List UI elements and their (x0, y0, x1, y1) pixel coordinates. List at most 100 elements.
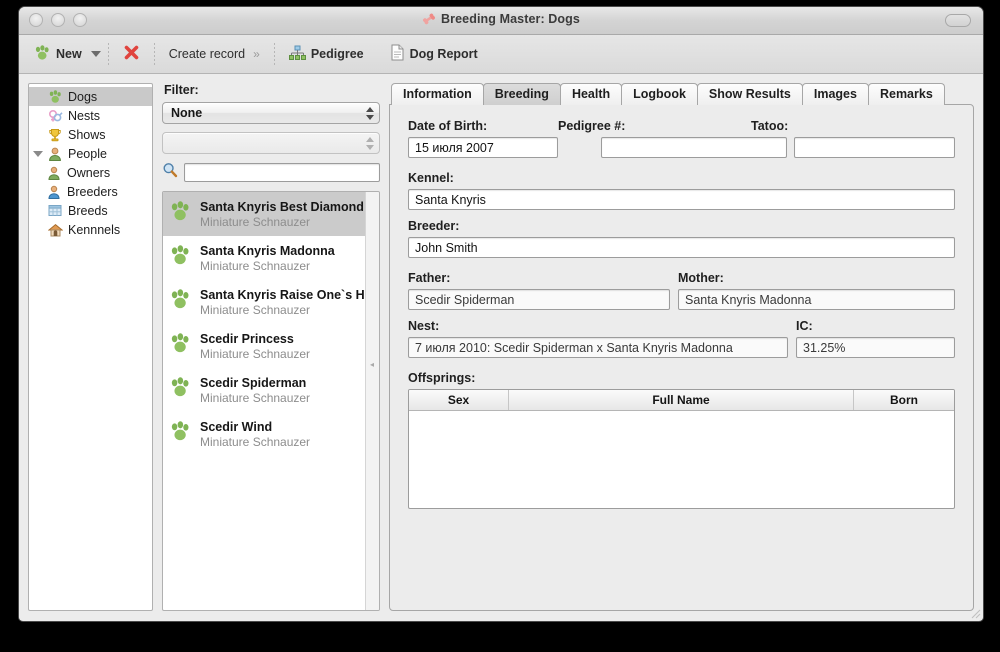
paw-icon (169, 333, 192, 359)
list-item[interactable]: Santa Knyris Best Diamond Miniature Schn… (163, 192, 379, 236)
sidebar-item-label: Breeders (67, 184, 118, 199)
list-item[interactable]: Santa Knyris Madonna Miniature Schnauzer (163, 236, 379, 280)
delete-x-icon (123, 44, 140, 64)
stepper-arrows-icon[interactable] (364, 105, 375, 121)
chevron-down-icon[interactable] (32, 150, 43, 157)
new-button-label: New (56, 47, 82, 61)
sidebar-item-owners[interactable]: Owners (29, 163, 152, 182)
sidebar-item-label: Breeds (68, 203, 108, 218)
mother-input[interactable]: Santa Knyris Madonna (678, 289, 955, 310)
list-scrollbar[interactable]: ◂ (365, 192, 379, 610)
date-of-birth-label: Date of Birth: (408, 119, 488, 133)
nest-row-labels: Nest: IC: (408, 319, 955, 337)
scrollbar-thumb[interactable]: ◂ (370, 360, 375, 369)
sidebar-item-nests[interactable]: Nests (29, 106, 152, 125)
resize-grip-icon[interactable] (968, 606, 981, 619)
list-item-name: Scedir Princess (200, 331, 294, 346)
list-item-breed: Miniature Schnauzer (200, 214, 311, 229)
window-title: Breeding Master: Dogs (441, 12, 580, 26)
tab-images[interactable]: Images (801, 83, 869, 105)
title-bar: Breeding Master: Dogs (19, 7, 983, 35)
filter-primary-value: None (171, 106, 203, 120)
list-item[interactable]: Santa Knyris Raise One`s Ho Miniature Sc… (163, 280, 379, 324)
filter-primary-select[interactable]: None (162, 102, 380, 124)
paw-icon (34, 44, 51, 64)
content-area: Dogs Nests Shows People Owners Breeders … (19, 74, 983, 620)
paw-icon (169, 377, 192, 403)
column-header-born[interactable]: Born (854, 390, 954, 410)
dog-list[interactable]: Santa Knyris Best Diamond Miniature Schn… (162, 191, 380, 611)
tab-remarks[interactable]: Remarks (867, 83, 945, 105)
tab-logbook[interactable]: Logbook (621, 83, 698, 105)
filter-and-list-panel: Filter: None Santa Knyris Best Diamond M… (162, 83, 380, 611)
sidebar-item-label: Kennnels (68, 222, 121, 237)
sidebar-item-shows[interactable]: Shows (29, 125, 152, 144)
sidebar-item-people[interactable]: People (29, 144, 152, 163)
tatoo-input[interactable] (794, 137, 955, 158)
pedigree-number-label: Pedigree #: (558, 119, 626, 133)
trophy-icon (47, 127, 63, 142)
list-item-name: Santa Knyris Madonna (200, 243, 335, 258)
sidebar-item-label: Owners (67, 165, 111, 180)
offsprings-label: Offsprings: (408, 371, 476, 385)
magnifier-icon[interactable] (162, 162, 178, 183)
sidebar-item-dogs[interactable]: Dogs (29, 87, 152, 106)
date-of-birth-input[interactable]: 15 июля 2007 (408, 137, 558, 158)
column-header-sex[interactable]: Sex (409, 390, 509, 410)
sidebar-item-breeders[interactable]: Breeders (29, 182, 152, 201)
pedigree-button-label: Pedigree (310, 47, 364, 61)
stepper-arrows-icon[interactable] (364, 135, 375, 151)
new-dropdown-arrow[interactable] (90, 51, 101, 57)
list-item[interactable]: Scedir Spiderman Miniature Schnauzer (163, 368, 379, 412)
pedigree-button[interactable]: Pedigree (282, 42, 371, 67)
dog-report-button[interactable]: Dog Report (383, 41, 485, 67)
paw-icon (47, 89, 63, 104)
mother-label: Mother: (678, 271, 724, 285)
search-input[interactable] (184, 163, 380, 182)
father-input[interactable]: Scedir Spiderman (408, 289, 670, 310)
sidebar-item-breeds[interactable]: Breeds (29, 201, 152, 220)
ic-input[interactable]: 31.25% (796, 337, 955, 358)
tab-information[interactable]: Information (391, 83, 484, 105)
kennel-input[interactable]: Santa Knyris (408, 189, 955, 210)
dob-row-fields: 15 июля 2007 (408, 137, 955, 158)
bone-icon (422, 13, 436, 28)
paw-icon (169, 245, 192, 271)
filter-label: Filter: (164, 83, 199, 97)
paw-icon (169, 201, 192, 227)
dog-report-button-label: Dog Report (409, 47, 478, 61)
create-record-button[interactable]: Create record » (162, 44, 267, 64)
column-header-full-name[interactable]: Full Name (509, 390, 854, 410)
window-title-bar-text: Breeding Master: Dogs (19, 12, 983, 28)
offsprings-table-header: Sex Full Name Born (409, 390, 954, 411)
gender-symbols-icon (47, 108, 63, 123)
offsprings-table[interactable]: Sex Full Name Born (408, 389, 955, 509)
chevron-double-right-icon: » (253, 47, 260, 61)
tab-show-results[interactable]: Show Results (696, 83, 803, 105)
toolbar-toggle-button[interactable] (945, 14, 971, 27)
delete-button[interactable] (116, 41, 147, 67)
list-item[interactable]: Scedir Princess Miniature Schnauzer (163, 324, 379, 368)
application-window: Breeding Master: Dogs New Create record … (18, 6, 984, 622)
sidebar-item-kennnels[interactable]: Kennnels (29, 220, 152, 239)
pedigree-number-input[interactable] (601, 137, 787, 158)
list-item[interactable]: Scedir Wind Miniature Schnauzer (163, 412, 379, 456)
parents-row-labels: Father: Mother: (408, 271, 955, 289)
tab-health[interactable]: Health (559, 83, 623, 105)
document-icon (390, 44, 405, 64)
house-icon (47, 222, 63, 237)
sidebar-tree[interactable]: Dogs Nests Shows People Owners Breeders … (28, 83, 153, 611)
filter-secondary-select[interactable] (162, 132, 380, 154)
father-label: Father: (408, 271, 451, 285)
list-item-breed: Miniature Schnauzer (200, 390, 311, 405)
tab-breeding[interactable]: Breeding (482, 83, 561, 105)
new-button[interactable]: New (27, 42, 89, 67)
nest-label: Nest: (408, 319, 440, 333)
dob-row-labels: Date of Birth: Pedigree #: Tatoo: (408, 119, 955, 137)
breeder-input[interactable]: John Smith (408, 237, 955, 258)
toolbar-separator (107, 43, 109, 65)
nest-input[interactable]: 7 июля 2010: Scedir Spiderman x Santa Kn… (408, 337, 788, 358)
tab-bar: Information Breeding Health Logbook Show… (389, 83, 974, 105)
sidebar-item-label: People (68, 146, 107, 161)
breeding-tab-panel: Date of Birth: Pedigree #: Tatoo: 15 июл… (389, 104, 974, 611)
